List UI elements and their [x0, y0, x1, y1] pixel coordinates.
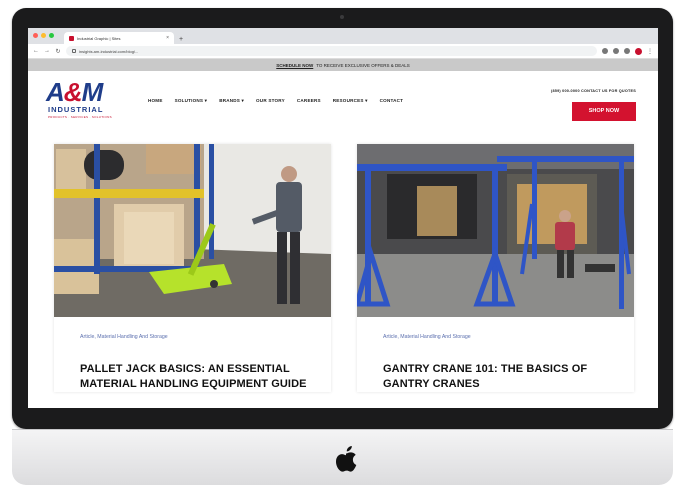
- company-logo[interactable]: A&M INDUSTRIAL PRODUCTS · SERVICES · SOL…: [46, 79, 126, 123]
- maximize-window-icon[interactable]: [49, 33, 54, 38]
- nav-home[interactable]: HOME: [148, 98, 163, 104]
- promo-bar: SCHEDULE NOW TO RECEIVE EXCLUSIVE OFFERS…: [28, 59, 658, 71]
- close-window-icon[interactable]: [33, 33, 38, 38]
- nav-our-story[interactable]: OUR STORY: [256, 98, 285, 104]
- lock-icon: [72, 49, 76, 53]
- nav-careers[interactable]: CAREERS: [297, 98, 321, 104]
- logo-tagline: PRODUCTS · SERVICES · SOLUTIONS: [48, 115, 112, 119]
- profile-avatar[interactable]: [635, 47, 642, 55]
- webcam-dot: [340, 15, 344, 19]
- sidebar-icon[interactable]: [624, 48, 630, 54]
- gantry-crane-photo[interactable]: [357, 144, 634, 317]
- menu-dots-icon[interactable]: ⋮: [647, 48, 653, 55]
- article-grid: Article, Material Handling And Storage P…: [54, 144, 634, 392]
- close-tab-icon[interactable]: ×: [166, 35, 169, 41]
- article-card[interactable]: Article, Material Handling And Storage P…: [54, 144, 331, 392]
- url-text: insights.am-industrial.com/blog/...: [79, 48, 139, 54]
- article-category[interactable]: Article, Material Handling And Storage: [383, 334, 634, 340]
- header-right: (859) 000-0000 CONTACT US FOR QUOTES SHO…: [551, 89, 636, 121]
- article-title[interactable]: GANTRY CRANE 101: THE BASICS OF GANTRY C…: [383, 362, 623, 392]
- new-tab-icon[interactable]: +: [179, 36, 183, 43]
- browser-window: Industrial Graphic | Sites × + ← → ↻ ins…: [28, 28, 658, 408]
- nav-resources[interactable]: RESOURCES ▾: [333, 98, 368, 104]
- shop-now-button[interactable]: SHOP NOW: [572, 102, 636, 121]
- nav-contact[interactable]: CONTACT: [380, 98, 404, 104]
- address-bar-row: ← → ↻ insights.am-industrial.com/blog/..…: [28, 44, 658, 59]
- reload-icon[interactable]: ↻: [55, 48, 61, 55]
- url-input[interactable]: insights.am-industrial.com/blog/...: [66, 46, 597, 56]
- article-card[interactable]: Article, Material Handling And Storage G…: [357, 144, 634, 392]
- main-nav: HOME SOLUTIONS ▾ BRANDS ▾ OUR STORY CARE…: [148, 98, 403, 104]
- extension-icon[interactable]: [602, 48, 608, 54]
- favicon-icon: [69, 35, 74, 41]
- apple-logo-icon: [336, 446, 357, 472]
- logo-mark: A&M: [46, 77, 103, 107]
- back-icon[interactable]: ←: [33, 48, 39, 54]
- browser-tab[interactable]: Industrial Graphic | Sites ×: [64, 32, 174, 44]
- minimize-window-icon[interactable]: [41, 33, 46, 38]
- promo-text: TO RECEIVE EXCLUSIVE OFFERS & DEALS: [316, 62, 410, 68]
- tab-bar: Industrial Graphic | Sites × +: [28, 28, 658, 44]
- promo-link[interactable]: SCHEDULE NOW: [276, 63, 313, 68]
- window-controls: [33, 33, 54, 38]
- pallet-jack-photo[interactable]: [54, 144, 331, 317]
- logo-subtitle: INDUSTRIAL: [48, 105, 104, 114]
- article-category[interactable]: Article, Material Handling And Storage: [80, 334, 331, 340]
- monitor-mockup: Industrial Graphic | Sites × + ← → ↻ ins…: [0, 0, 685, 491]
- bookmark-icon[interactable]: [613, 48, 619, 54]
- site-header: A&M INDUSTRIAL PRODUCTS · SERVICES · SOL…: [28, 71, 658, 131]
- forward-icon[interactable]: →: [44, 48, 50, 54]
- article-title[interactable]: PALLET JACK BASICS: AN ESSENTIAL MATERIA…: [80, 362, 320, 392]
- nav-solutions[interactable]: SOLUTIONS ▾: [175, 98, 208, 104]
- phone-line[interactable]: (859) 000-0000 CONTACT US FOR QUOTES: [551, 89, 636, 93]
- nav-brands[interactable]: BRANDS ▾: [219, 98, 244, 104]
- tab-title: Industrial Graphic | Sites: [77, 35, 121, 41]
